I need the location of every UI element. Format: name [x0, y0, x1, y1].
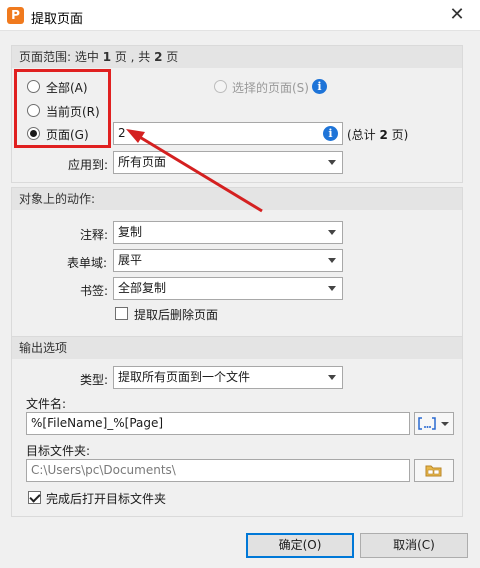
- annotation-arrow-icon: [126, 129, 263, 213]
